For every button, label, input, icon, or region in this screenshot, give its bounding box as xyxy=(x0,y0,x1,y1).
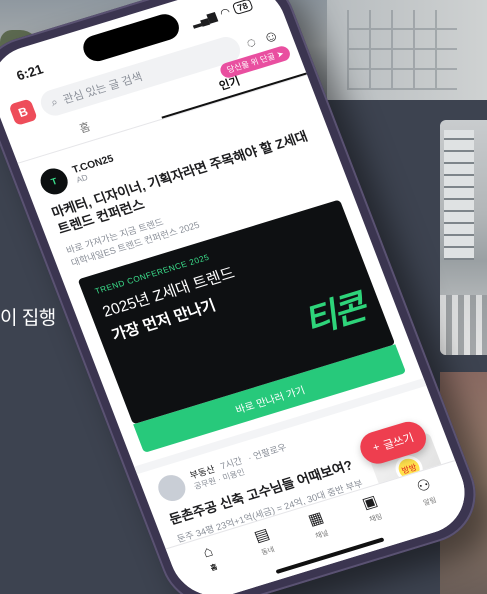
topbar-icons: ◌ ☺ 당신을 위 단골 ➤ xyxy=(218,26,292,79)
background-caption: 이 집행 xyxy=(0,308,56,329)
write-post-label: 글쓰기 xyxy=(381,431,416,453)
signal-icon: ▂▄▆ xyxy=(189,9,219,29)
status-time: 6:21 xyxy=(14,60,46,83)
nav-label-home: 홈 xyxy=(209,563,219,573)
building-icon: ▤ xyxy=(251,525,272,546)
profile-icon[interactable]: ☺ xyxy=(260,26,281,47)
avatar[interactable] xyxy=(154,471,190,505)
nav-label-channel: 채널 xyxy=(314,529,330,541)
battery-icon: 78 xyxy=(231,0,254,16)
banner-logo-mark: 티콘 xyxy=(298,288,371,342)
bell-icon: ⚇ xyxy=(414,475,434,497)
chat-icon[interactable]: ◌ xyxy=(244,33,259,52)
status-icons: ▂▄▆ ◠ 78 xyxy=(189,0,254,29)
plus-icon: + xyxy=(371,441,382,455)
ad-avatar[interactable]: T xyxy=(36,165,72,198)
nav-label-chat: 채팅 xyxy=(368,513,384,524)
nav-label-neighborhood: 동네 xyxy=(260,546,276,557)
app-logo[interactable]: B xyxy=(8,98,38,126)
search-icon: ⌕ xyxy=(49,95,60,109)
grid-icon: ▦ xyxy=(305,508,326,530)
wifi-icon: ◠ xyxy=(218,5,232,20)
nav-label-alerts: 알림 xyxy=(422,496,438,508)
briefcase-icon: ▣ xyxy=(359,492,380,513)
background-building-photo xyxy=(440,120,487,355)
building-image xyxy=(327,0,487,100)
home-icon: ⌂ xyxy=(200,542,216,562)
